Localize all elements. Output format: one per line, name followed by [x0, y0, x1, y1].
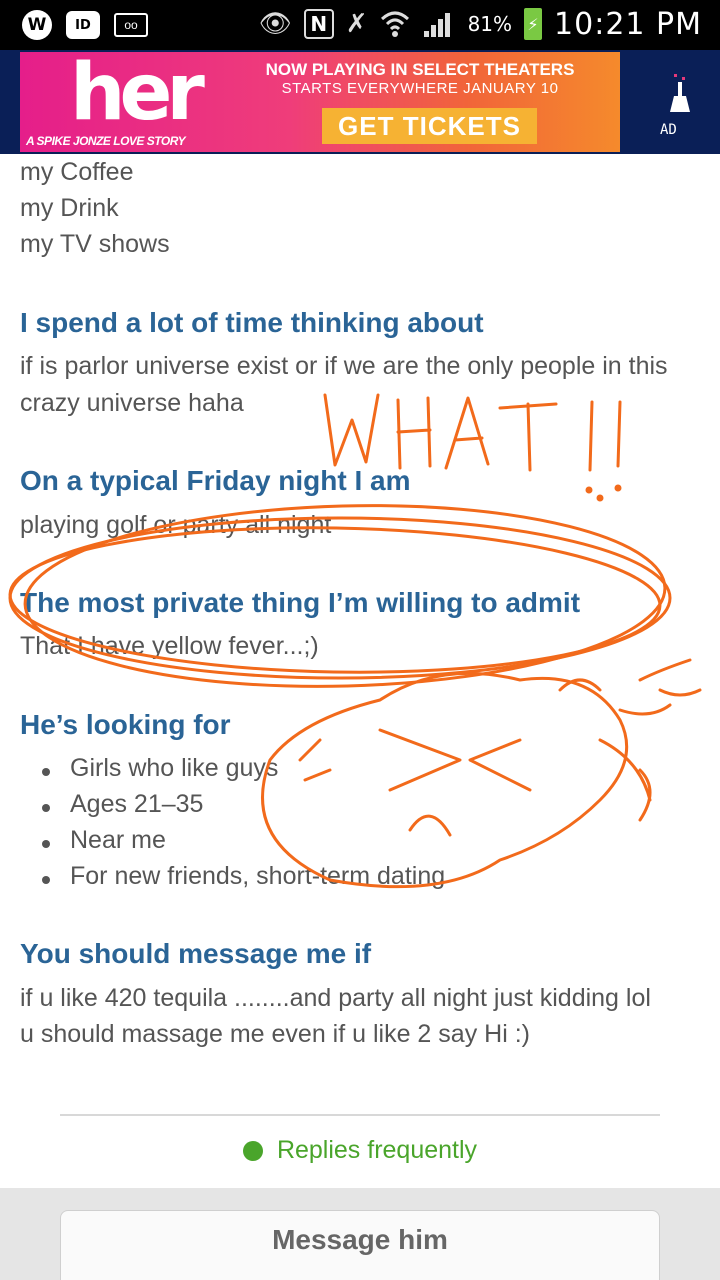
reply-status: Replies frequently [0, 1136, 720, 1165]
section-heading: He’s looking for [20, 709, 231, 740]
eye-icon: 👁 [258, 9, 292, 39]
ad-bar: her A SPIKE JONZE LOVE STORY NOW PLAYING… [0, 50, 720, 154]
annotation-letter-a [444, 396, 490, 470]
voicemail-icon: oo [114, 13, 148, 37]
id-badge-icon: ID [66, 11, 100, 39]
annotation-face [261, 671, 629, 889]
flask-icon [670, 74, 690, 112]
signal-icon [422, 9, 456, 39]
list-item: Ages 21–35 [41, 790, 204, 818]
section-text: if u like 420 tequila ........and party … [20, 984, 651, 1012]
footer-bar: Message him [0, 1188, 720, 1280]
nfc-icon: N [303, 9, 334, 39]
section-heading: On a typical Friday night I am [20, 465, 411, 496]
divider [60, 1114, 660, 1116]
wifi-icon [380, 11, 409, 37]
favorite-item: my Drink [20, 194, 119, 222]
ad-label: AD [660, 122, 677, 138]
clock: 10:21 PM [554, 6, 702, 42]
ad-tagline: A SPIKE JONZE LOVE STORY [26, 134, 186, 148]
section-text: crazy universe haha [20, 389, 244, 417]
battery-percent: 81% [467, 12, 513, 36]
list-item: Near me [42, 826, 166, 854]
reply-status-text: Replies frequently [276, 1136, 478, 1164]
section-heading: I spend a lot of time thinking about [20, 307, 484, 338]
section-text: playing golf or party all night [20, 511, 332, 539]
favorite-item: my Coffee [20, 158, 134, 186]
battery-icon: ⚡ [524, 8, 543, 40]
section-text: if is parlor universe exist or if we are… [20, 352, 668, 380]
get-tickets-button[interactable]: GET TICKETS [322, 108, 537, 144]
favorite-item: my TV shows [20, 230, 170, 258]
section-heading: The most private thing I’m willing to ad… [20, 587, 581, 618]
section-text: That I have yellow fever...;) [20, 632, 319, 660]
list-item: For new friends, short-term dating [41, 862, 446, 890]
mute-icon: ✗ [345, 9, 368, 39]
section-heading: You should message me if [20, 938, 372, 969]
section-text: u should massage me even if u like 2 say… [20, 1020, 530, 1048]
ad-choices[interactable]: AD [632, 52, 720, 152]
ad-subheadline: STARTS EVERYWHERE JANUARY 10 [281, 80, 559, 97]
annotation-letter-w [323, 393, 380, 467]
w-badge-icon: W [22, 10, 52, 40]
annotation-exclaim [588, 400, 622, 472]
status-dot-icon [242, 1140, 263, 1161]
system-icons: 👁 N ✗ 81% ⚡ 10:21 PM [259, 6, 702, 42]
message-button[interactable]: Message him [60, 1210, 660, 1280]
list-item: Girls who like guys [41, 754, 279, 782]
notification-icons: W ID oo [22, 10, 148, 40]
status-bar: W ID oo 👁 N ✗ 81% ⚡ 10:21 PM [0, 0, 720, 50]
ad-logo: her [70, 52, 205, 138]
ad-headline: NOW PLAYING IN SELECT THEATERS [265, 60, 575, 79]
annotation-letter-t [498, 402, 558, 472]
ad-banner[interactable]: her A SPIKE JONZE LOVE STORY NOW PLAYING… [20, 52, 620, 152]
annotation-letter-h [396, 396, 432, 470]
